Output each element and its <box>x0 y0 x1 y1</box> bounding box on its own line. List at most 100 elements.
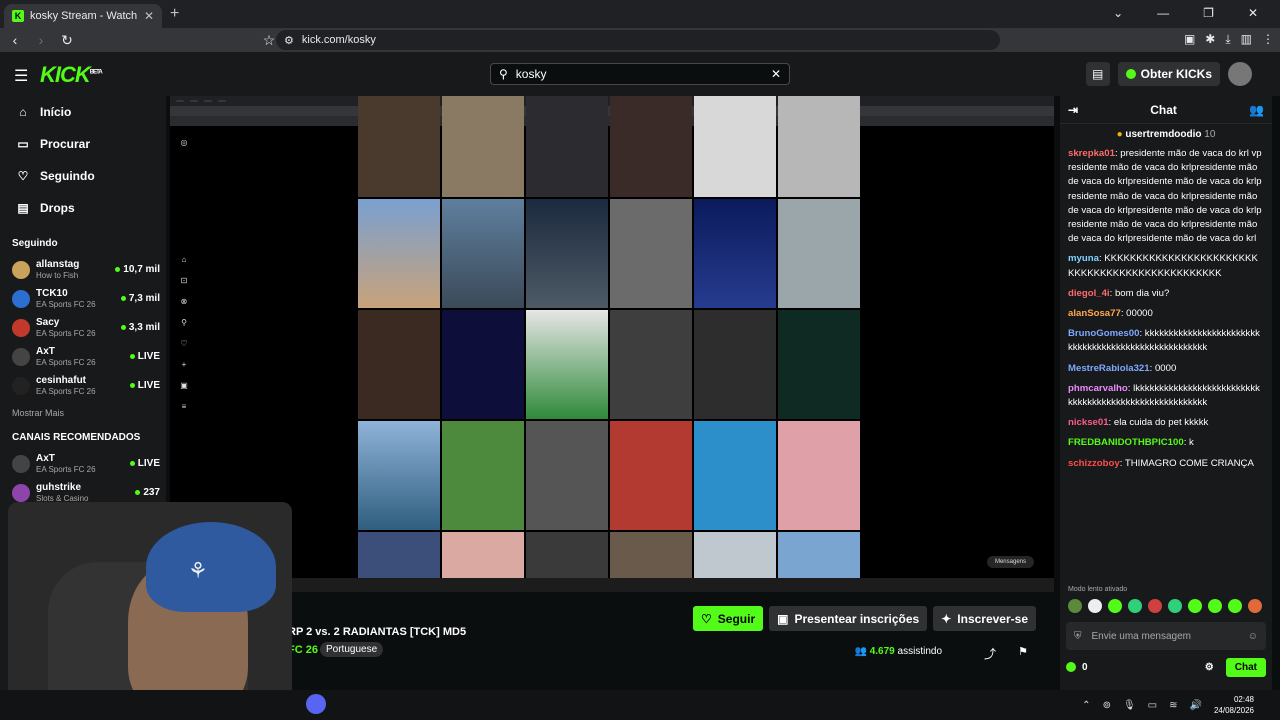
maximize-icon[interactable]: ❐ <box>1203 6 1214 20</box>
wifi-icon[interactable]: ≋ <box>1169 700 1177 711</box>
channel-avatar <box>12 454 30 473</box>
search-input[interactable]: ⚲ kosky ✕ <box>490 63 790 85</box>
follow-button[interactable]: ♡ Seguir <box>693 606 764 631</box>
chat-username[interactable]: skrepka01 <box>1068 148 1115 159</box>
channel-avatar <box>12 318 30 337</box>
chat-username[interactable]: phmcarvalho <box>1068 383 1128 394</box>
display-icon[interactable]: ▭ <box>1148 700 1157 711</box>
chat-send-button[interactable]: Chat <box>1225 657 1266 677</box>
menu-dots-icon[interactable]: ⋮ <box>1262 32 1274 47</box>
site-info-icon[interactable]: ⚙ <box>284 34 294 47</box>
reload-icon[interactable]: ↻ <box>56 32 78 49</box>
discord-icon[interactable] <box>306 694 326 714</box>
channel-name: TCK10 <box>36 287 68 299</box>
chat-message: MestreRabiola321: 0000 <box>1068 362 1177 374</box>
gift-subs-button[interactable]: ▣ Presentear inscrições <box>769 606 928 631</box>
language-tag[interactable]: Portuguese <box>320 642 384 657</box>
kick-favicon-icon: K <box>12 10 24 22</box>
chat-panel: ⇥ Chat 👥 ● usertremdoodio 10 skrepka01: … <box>1060 96 1272 690</box>
address-bar[interactable]: ⚙ kick.com/kosky <box>276 30 1000 50</box>
chat-input[interactable]: ⛨ Envie uma mensagem ☺ <box>1066 622 1266 650</box>
user-avatar[interactable] <box>1228 62 1252 86</box>
sidebar-nav-drops[interactable]: ▤ Drops <box>0 192 166 224</box>
subscribe-button[interactable]: ✦ Inscrever-se <box>933 606 1036 631</box>
new-tab-icon[interactable]: + <box>170 5 179 23</box>
back-icon[interactable]: ‹ <box>4 32 26 48</box>
chat-username[interactable]: MestreRabiola321 <box>1068 363 1150 374</box>
sidebar-channel[interactable]: AxT EA Sports FC 26 LIVE <box>0 449 166 478</box>
browser-toolbar: ‹ › ↻ ☆ ⚙ kick.com/kosky ▣ ✱ ⤓ ▥ ⋮ <box>0 28 1280 52</box>
sidebar-channel[interactable]: cesinhafut EA Sports FC 26 LIVE <box>0 371 166 400</box>
show-more-link[interactable]: Mostrar Mais <box>0 400 166 426</box>
sidebar-nav-label: Início <box>40 105 72 119</box>
captured-photo-grid <box>358 96 860 592</box>
chat-message: myuna: KKKKKKKKKKKKKKKKKKKKKKKKKKKKKKKKK… <box>1068 253 1258 279</box>
live-dot-icon <box>120 325 126 330</box>
forward-icon[interactable]: › <box>30 32 52 48</box>
tray-chevron-icon[interactable]: ⌃ <box>1082 700 1090 711</box>
get-kicks-button[interactable]: Obter KICKs <box>1117 62 1220 86</box>
shield-icon: ⛨ <box>1074 630 1082 642</box>
sidebar-nav-seguindo[interactable]: ♡ Seguindo <box>0 160 166 192</box>
sidebar-channel[interactable]: AxT EA Sports FC 26 LIVE <box>0 342 166 371</box>
tab-search-icon[interactable]: ⌄ <box>1113 6 1123 20</box>
collapse-chat-icon[interactable]: ⇥ <box>1068 103 1078 117</box>
heart-icon: ♡ <box>17 169 29 183</box>
gift-badge-icon: ● <box>1116 129 1123 140</box>
chat-message: FREDBANIDOTHBPIC100: k <box>1068 437 1194 449</box>
search-icon: ⚲ <box>499 67 508 81</box>
chat-username[interactable]: diegol_4i <box>1068 288 1110 299</box>
share-icon[interactable]: ⤴ <box>984 645 996 662</box>
chat-username[interactable]: alanSosa77 <box>1068 308 1121 319</box>
close-tab-icon[interactable]: ✕ <box>144 9 154 23</box>
chat-users-icon[interactable]: 👥 <box>1249 103 1264 117</box>
video-player[interactable]: ◎ ⌂ ⊡ ⊗ ⚲ ♡ + ▣ ≡ Mensagens <box>170 96 1054 592</box>
clips-icon[interactable]: ▤ <box>1085 62 1110 86</box>
channel-category: EA Sports FC 26 <box>36 464 96 474</box>
channel-points[interactable]: 0 <box>1066 662 1205 673</box>
hamburger-menu-icon[interactable]: ☰ <box>14 66 28 86</box>
kick-logo[interactable]: KICKBETA <box>40 62 103 88</box>
chat-username[interactable]: nickse01 <box>1068 417 1109 428</box>
chat-settings-icon[interactable]: ⚙ <box>1205 662 1214 673</box>
minimize-icon[interactable]: — <box>1157 6 1169 20</box>
chat-username[interactable]: schizzoboy <box>1068 458 1120 469</box>
volume-icon[interactable]: 🔊 <box>1190 700 1202 711</box>
chat-username[interactable]: BrunoGomes00 <box>1068 328 1139 339</box>
stream-category-link[interactable]: FC 26 <box>288 644 318 656</box>
sidebar-nav-procurar[interactable]: ▭ Procurar <box>0 128 166 160</box>
chat-text: presidente mão de vaca do krl vpresident… <box>1068 148 1262 245</box>
channel-avatar <box>12 347 30 366</box>
download-icon[interactable]: ⤓ <box>1225 32 1230 47</box>
channel-name: Sacy <box>36 316 60 328</box>
mic-icon[interactable]: 🎙 <box>1123 700 1136 711</box>
chat-message: schizzoboy: THIMAGRO COME CRIANÇA <box>1068 457 1254 469</box>
sidebar-channel[interactable]: Sacy EA Sports FC 26 3,3 mil <box>0 313 166 342</box>
puzzle-icon[interactable]: ✱ <box>1205 32 1215 47</box>
report-icon[interactable]: ⚑ <box>1018 645 1028 658</box>
sidebar-nav-incio[interactable]: ⌂ Início <box>0 96 166 128</box>
viewer-count: 7,3 mil <box>120 293 160 304</box>
viewer-count: 10,7 mil <box>115 264 160 275</box>
emoji-icon[interactable]: ☺ <box>1248 631 1258 642</box>
live-badge: LIVE <box>129 458 160 469</box>
sidebar-channel[interactable]: allanstag How to Fish 10,7 mil <box>0 255 166 284</box>
live-dot-icon <box>129 354 135 359</box>
close-window-icon[interactable]: ✕ <box>1248 6 1258 20</box>
sidepanel-icon[interactable]: ▥ <box>1241 32 1252 47</box>
chat-username[interactable]: FREDBANIDOTHBPIC100 <box>1068 437 1184 448</box>
chat-message: diegol_4i: bom dia viu? <box>1068 287 1170 299</box>
channel-category: How to Fish <box>36 270 79 280</box>
clear-search-icon[interactable]: ✕ <box>771 67 781 81</box>
chat-message: nickse01: ela cuida do pet kkkkk <box>1068 417 1209 429</box>
chat-text: THIMAGRO COME CRIANÇA <box>1124 457 1254 469</box>
chat-text: ela cuida do pet kkkkk <box>1113 417 1209 429</box>
browser-tab[interactable]: K kosky Stream - Watch Live on Ki ✕ <box>4 4 162 28</box>
os-taskbar: ⌃ ⊚ 🎙 ▭ ≋ 🔊 02:48 24/08/2026 <box>0 690 1280 720</box>
extension-icon[interactable]: ▣ <box>1184 32 1195 47</box>
browse-icon: ▭ <box>17 137 29 151</box>
sidebar-channel[interactable]: TCK10 EA Sports FC 26 7,3 mil <box>0 284 166 313</box>
chat-username[interactable]: myuna <box>1068 253 1099 264</box>
network-icon[interactable]: ⊚ <box>1103 700 1111 711</box>
clock[interactable]: 02:48 24/08/2026 <box>1214 694 1254 716</box>
